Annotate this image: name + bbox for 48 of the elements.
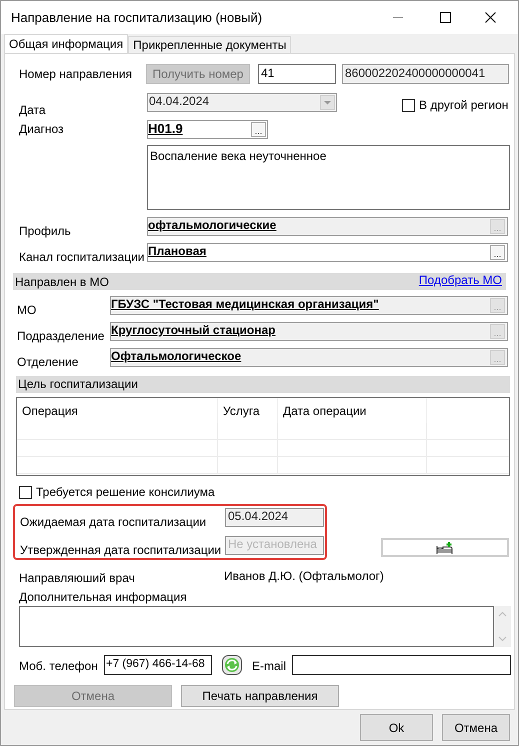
- pick-mo-link[interactable]: Подобрать МО: [418, 270, 502, 288]
- checkbox[interactable]: [402, 98, 415, 112]
- section-title: Направлен в МО: [15, 274, 109, 290]
- refresh-icon[interactable]: [222, 655, 242, 675]
- field-label: Номер направления: [19, 66, 134, 83]
- checkbox-label: В другой регион: [419, 97, 508, 114]
- field-label: Профиль: [19, 223, 72, 240]
- field-label: Утвержденная дата госпитализации: [20, 542, 222, 559]
- tab[interactable]: Прикрепленные документы: [128, 36, 292, 53]
- field-label: Канал госпитализации: [19, 249, 146, 266]
- lookup-field[interactable]: Плановая ...: [147, 243, 508, 262]
- maximize-icon[interactable]: [440, 12, 451, 23]
- date-field[interactable]: 05.04.2024: [225, 508, 324, 527]
- browse-button[interactable]: ...: [251, 122, 266, 137]
- diagnosis-description: Воспаление века неуточненное: [147, 145, 510, 210]
- dialog-button[interactable]: Ok: [360, 714, 433, 741]
- diagnosis-field[interactable]: H01.9 ...: [147, 120, 268, 139]
- column-header: Услуга: [218, 398, 278, 423]
- additional-info-field[interactable]: [19, 606, 494, 647]
- checkbox-label: Требуется решение консилиума: [36, 484, 215, 501]
- section-header: Цель госпитализации: [16, 376, 510, 393]
- date-field[interactable]: 04.04.2024: [147, 93, 337, 112]
- phone-field[interactable]: +7 (967) 466-14-68: [104, 655, 212, 675]
- field-label: Диагноз: [19, 121, 65, 138]
- checkbox[interactable]: [19, 486, 32, 498]
- browse-button[interactable]: ...: [490, 245, 505, 260]
- field-label: Подразделение: [17, 328, 106, 345]
- window-title: Направление на госпитализацию (новый): [10, 8, 264, 27]
- close-icon[interactable]: [485, 12, 496, 23]
- number-field[interactable]: 41: [258, 64, 336, 84]
- doctor-name: Иванов Д.Ю. (Офтальмолог): [224, 568, 384, 581]
- field-label: МО: [17, 302, 38, 319]
- action-button[interactable]: Печать направления: [181, 685, 339, 707]
- full-number-field: 860002202400000000041: [342, 64, 509, 84]
- column-header: Дата операции: [278, 398, 427, 423]
- add-bed-button[interactable]: [381, 538, 509, 557]
- email-field[interactable]: [292, 655, 511, 675]
- column-header: Операция: [17, 398, 218, 423]
- field-label: Дополнительная информация: [19, 589, 188, 602]
- field-label: Ожидаемая дата госпитализации: [20, 514, 208, 531]
- field-label: Моб. телефон: [19, 658, 99, 675]
- field-label: E-mail: [252, 658, 288, 675]
- field-label: Дата: [19, 102, 47, 119]
- tab[interactable]: Общая информация: [4, 34, 128, 53]
- scrollbar[interactable]: [494, 606, 511, 647]
- dialog-button[interactable]: Отмена: [442, 714, 510, 741]
- bed-add-icon: [436, 540, 454, 554]
- field-label: Отделение: [17, 354, 80, 371]
